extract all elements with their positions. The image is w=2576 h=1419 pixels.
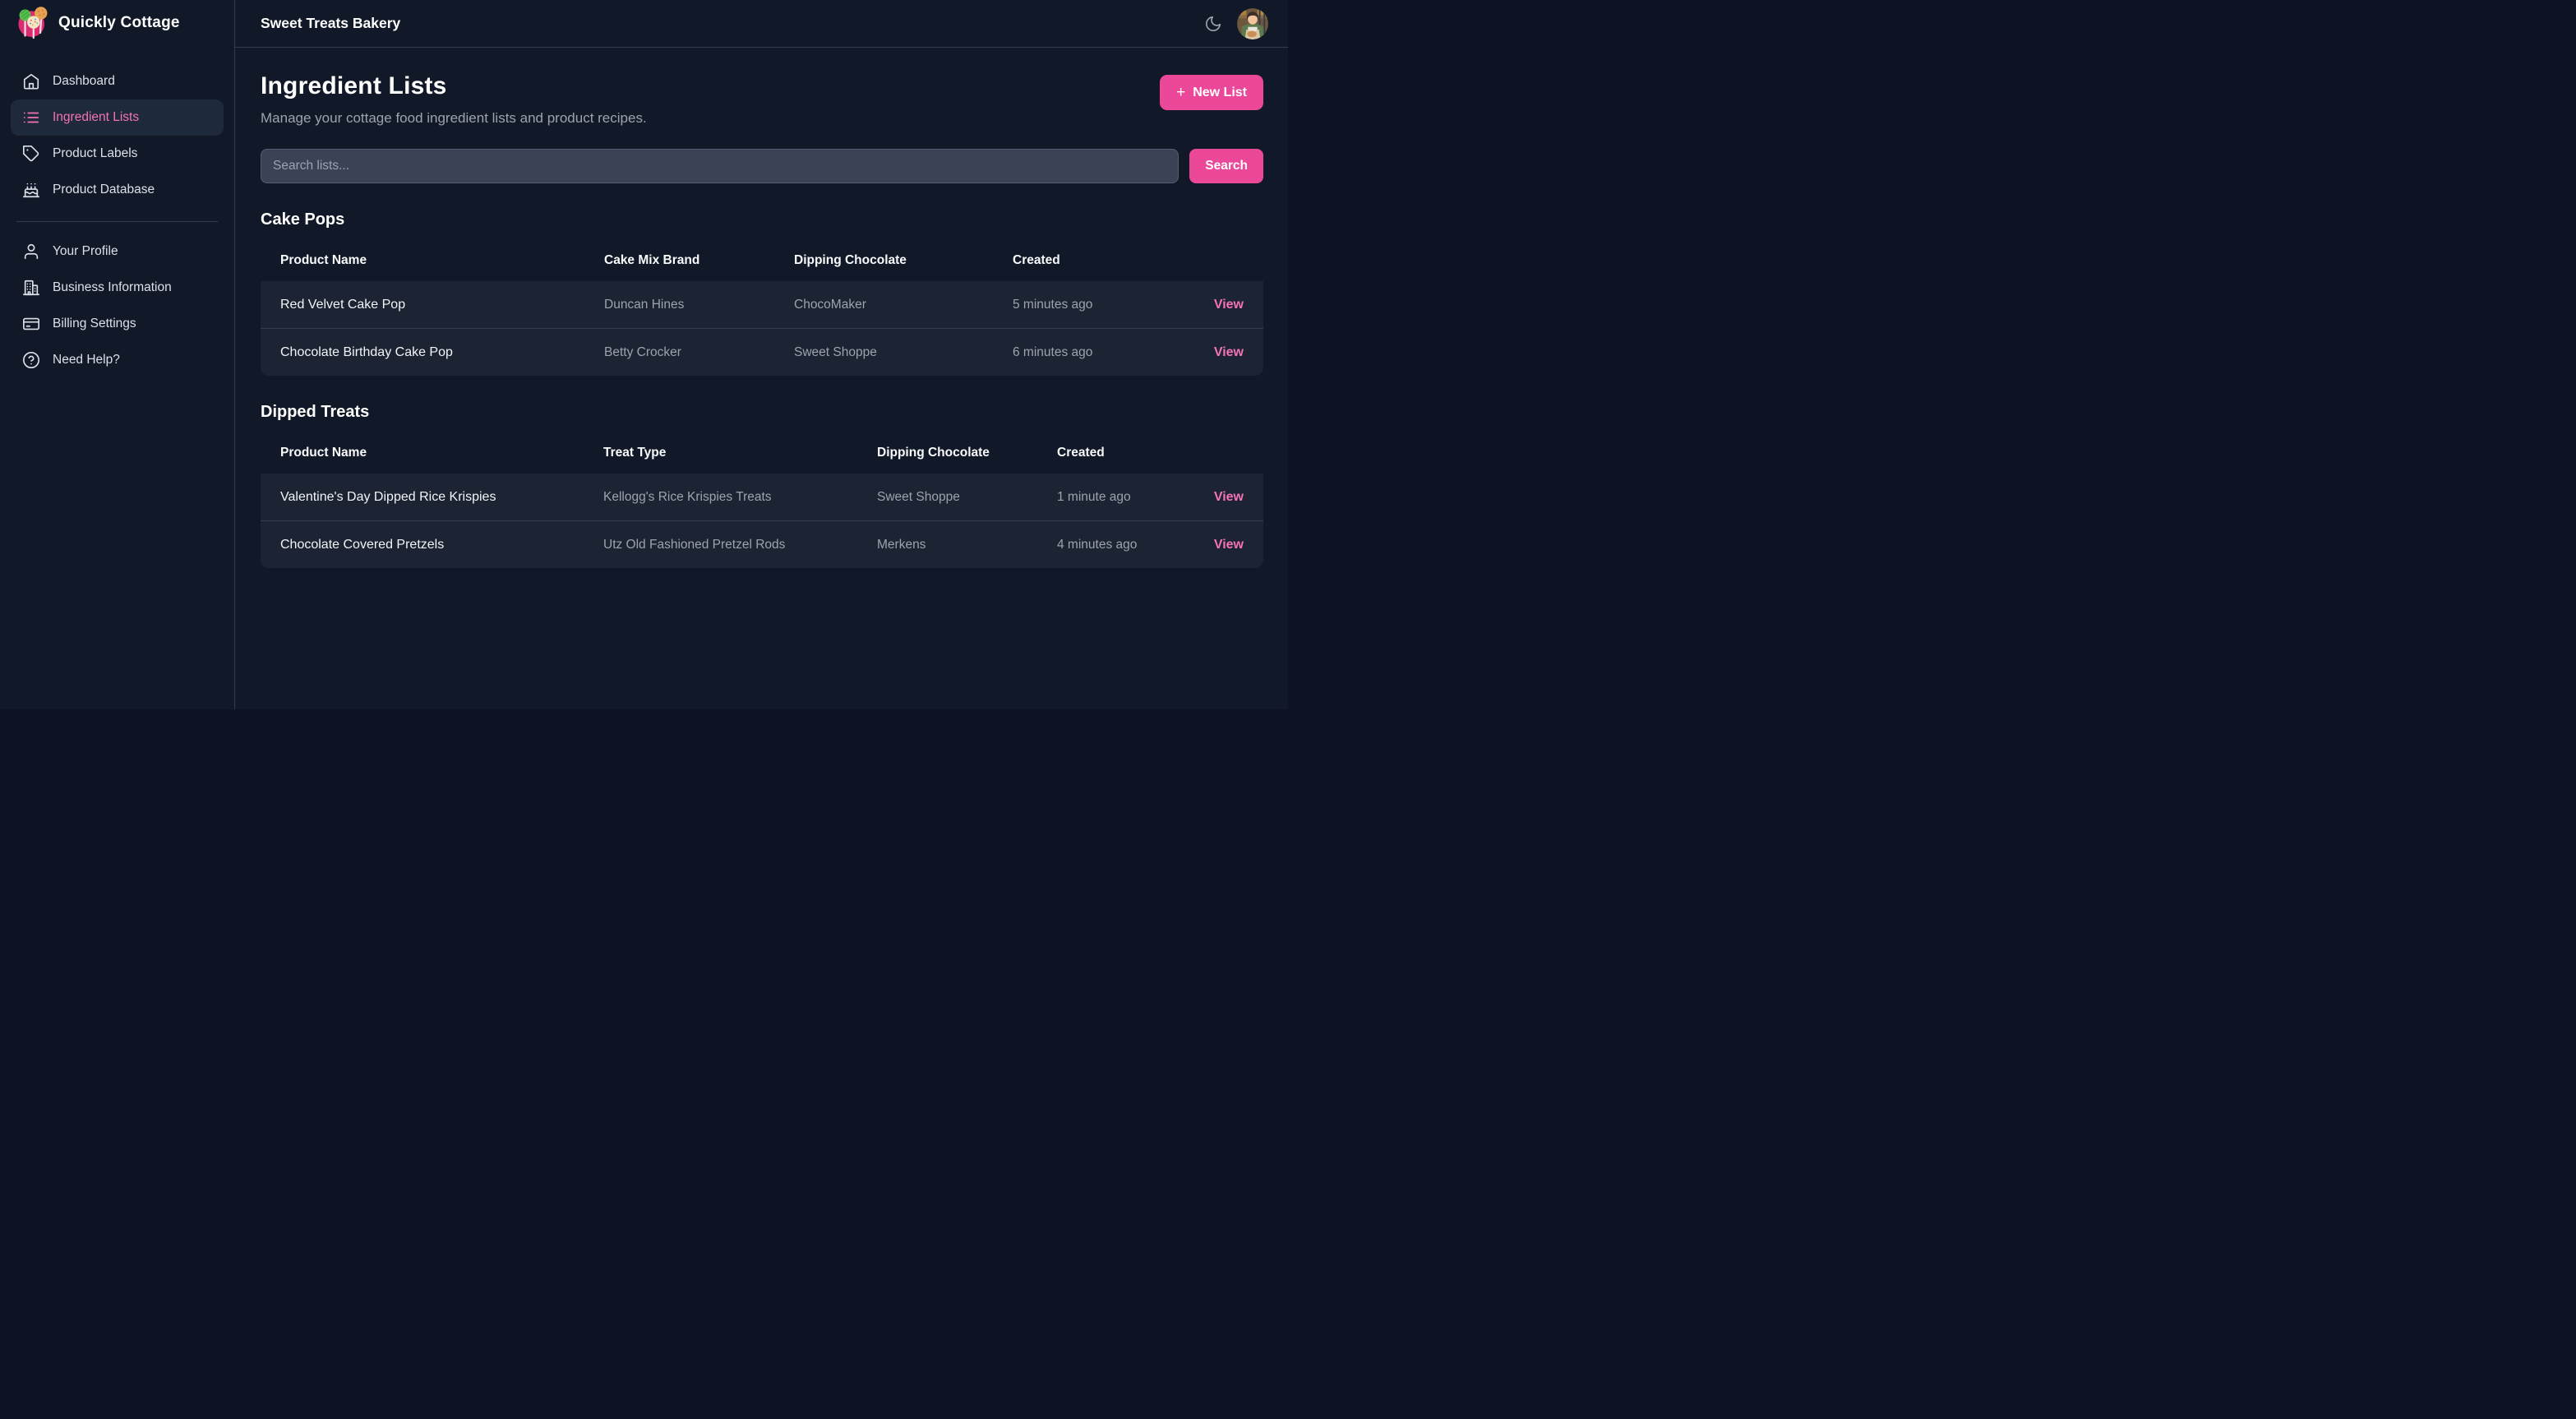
- cell-dipping-chocolate: ChocoMaker: [794, 298, 1013, 312]
- sidebar-item-dashboard[interactable]: Dashboard: [11, 63, 224, 99]
- sidebar-item-product-labels[interactable]: Product Labels: [11, 136, 224, 172]
- table-cake-pops: Product Name Cake Mix Brand Dipping Choc…: [261, 240, 1263, 376]
- sidebar-item-product-database[interactable]: Product Database: [11, 172, 224, 208]
- sidebar-item-label: Business Information: [53, 280, 172, 295]
- column-header: Dipping Chocolate: [877, 446, 1057, 460]
- tag-icon: [22, 145, 40, 163]
- column-header: Cake Mix Brand: [604, 253, 794, 268]
- app-window: Quickly Cottage Dashboard Ingredient Lis…: [0, 0, 1288, 710]
- sidebar: Quickly Cottage Dashboard Ingredient Lis…: [0, 0, 235, 710]
- view-link[interactable]: View: [1214, 298, 1244, 312]
- help-circle-icon: [22, 351, 40, 369]
- sidebar-item-label: Ingredient Lists: [53, 110, 139, 125]
- table-row: Chocolate Covered Pretzels Utz Old Fashi…: [261, 520, 1263, 568]
- cell-dipping-chocolate: Merkens: [877, 538, 1057, 552]
- topbar: Sweet Treats Bakery: [235, 0, 1288, 48]
- cell-cake-mix-brand: Duncan Hines: [604, 298, 794, 312]
- column-header: Treat Type: [603, 446, 877, 460]
- view-link[interactable]: View: [1214, 345, 1244, 360]
- plus-icon: +: [1176, 85, 1185, 100]
- new-list-button[interactable]: + New List: [1160, 75, 1263, 110]
- column-header: Created: [1057, 446, 1194, 460]
- cell-created: 6 minutes ago: [1013, 345, 1194, 360]
- table-row: Chocolate Birthday Cake Pop Betty Crocke…: [261, 328, 1263, 376]
- page-subtitle: Manage your cottage food ingredient list…: [261, 110, 647, 127]
- page-title: Ingredient Lists: [261, 72, 647, 100]
- cell-product-name: Chocolate Covered Pretzels: [280, 538, 603, 552]
- cell-created: 1 minute ago: [1057, 490, 1194, 505]
- view-link[interactable]: View: [1214, 490, 1244, 505]
- sidebar-item-need-help[interactable]: Need Help?: [11, 342, 224, 378]
- column-header: Created: [1013, 253, 1194, 268]
- new-list-button-label: New List: [1193, 86, 1247, 100]
- cell-dipping-chocolate: Sweet Shoppe: [794, 345, 1013, 360]
- sidebar-item-your-profile[interactable]: Your Profile: [11, 233, 224, 270]
- cell-treat-type: Kellogg's Rice Krispies Treats: [603, 490, 877, 505]
- cell-created: 4 minutes ago: [1057, 538, 1194, 552]
- search-button[interactable]: Search: [1189, 149, 1263, 183]
- cell-product-name: Valentine's Day Dipped Rice Krispies: [280, 490, 603, 505]
- sidebar-item-label: Dashboard: [53, 74, 115, 89]
- cell-product-name: Red Velvet Cake Pop: [280, 298, 604, 312]
- cell-product-name: Chocolate Birthday Cake Pop: [280, 345, 604, 360]
- search-row: Search: [261, 149, 1263, 183]
- sidebar-item-label: Your Profile: [53, 244, 118, 259]
- section-cake-pops: Cake Pops Product Name Cake Mix Brand Di…: [261, 210, 1263, 376]
- cell-cake-mix-brand: Betty Crocker: [604, 345, 794, 360]
- sidebar-item-label: Billing Settings: [53, 317, 136, 331]
- table-dipped-treats: Product Name Treat Type Dipping Chocolat…: [261, 432, 1263, 568]
- sidebar-item-billing-settings[interactable]: Billing Settings: [11, 306, 224, 342]
- view-link[interactable]: View: [1214, 538, 1244, 552]
- table-header-row: Product Name Cake Mix Brand Dipping Choc…: [261, 240, 1263, 281]
- credit-card-icon: [22, 315, 40, 333]
- building-icon: [22, 279, 40, 297]
- sidebar-divider: [16, 221, 218, 222]
- sidebar-nav-secondary: Your Profile Business Information Billin…: [0, 233, 234, 378]
- sidebar-item-label: Need Help?: [53, 353, 120, 367]
- sidebar-item-ingredient-lists[interactable]: Ingredient Lists: [11, 99, 224, 136]
- cell-created: 5 minutes ago: [1013, 298, 1194, 312]
- sidebar-nav-primary: Dashboard Ingredient Lists Product Label…: [0, 42, 234, 208]
- table-row: Red Velvet Cake Pop Duncan Hines ChocoMa…: [261, 281, 1263, 328]
- theme-toggle-button[interactable]: [1199, 10, 1227, 38]
- section-title: Dipped Treats: [261, 403, 1263, 422]
- sidebar-item-label: Product Labels: [53, 146, 137, 161]
- page-head: Ingredient Lists Manage your cottage foo…: [261, 67, 1263, 127]
- table-row: Valentine's Day Dipped Rice Krispies Kel…: [261, 474, 1263, 520]
- search-input[interactable]: [261, 149, 1179, 183]
- user-avatar[interactable]: [1237, 8, 1268, 39]
- table-body: Valentine's Day Dipped Rice Krispies Kel…: [261, 474, 1263, 568]
- business-name: Sweet Treats Bakery: [261, 15, 1199, 32]
- content-area[interactable]: Ingredient Lists Manage your cottage foo…: [235, 48, 1288, 710]
- column-header: Product Name: [280, 253, 604, 268]
- table-body: Red Velvet Cake Pop Duncan Hines ChocoMa…: [261, 281, 1263, 376]
- section-dipped-treats: Dipped Treats Product Name Treat Type Di…: [261, 403, 1263, 568]
- page-head-text: Ingredient Lists Manage your cottage foo…: [261, 67, 647, 127]
- list-icon: [22, 109, 40, 127]
- cell-dipping-chocolate: Sweet Shoppe: [877, 490, 1057, 505]
- home-icon: [22, 72, 40, 90]
- table-header-row: Product Name Treat Type Dipping Chocolat…: [261, 432, 1263, 474]
- app-name: Quickly Cottage: [58, 14, 180, 32]
- sidebar-item-business-information[interactable]: Business Information: [11, 270, 224, 306]
- app-logo-row: Quickly Cottage: [0, 0, 234, 42]
- cake-pops-logo-icon: [16, 6, 49, 39]
- sidebar-item-label: Product Database: [53, 183, 155, 197]
- cell-treat-type: Utz Old Fashioned Pretzel Rods: [603, 538, 877, 552]
- column-header: Dipping Chocolate: [794, 253, 1013, 268]
- cake-icon: [22, 181, 40, 199]
- main-column: Sweet Treats Bakery: [235, 0, 1288, 710]
- section-title: Cake Pops: [261, 210, 1263, 229]
- column-header: Product Name: [280, 446, 603, 460]
- user-icon: [22, 243, 40, 261]
- moon-icon: [1204, 15, 1222, 33]
